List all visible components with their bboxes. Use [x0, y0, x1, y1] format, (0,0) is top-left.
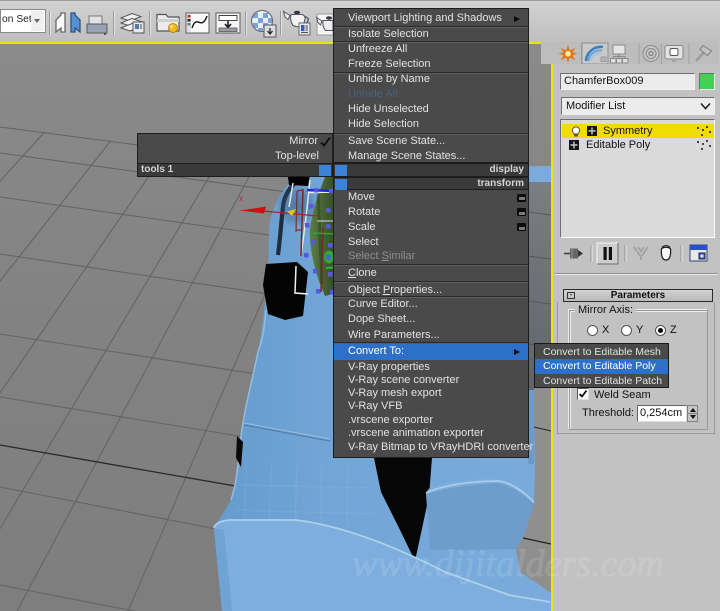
svg-text:x: x	[239, 194, 243, 203]
